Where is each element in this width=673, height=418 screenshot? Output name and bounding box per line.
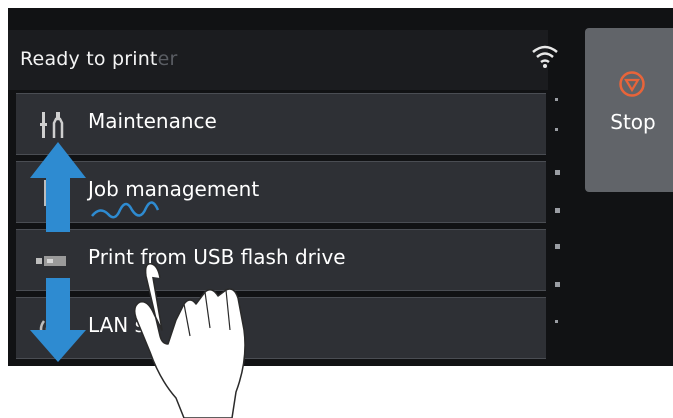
menu-item-lan-settings[interactable]: LAN se	[16, 297, 546, 359]
stop-icon	[619, 71, 645, 97]
menu-item-label: Maintenance	[88, 109, 217, 133]
wifi-icon	[532, 45, 558, 68]
menu-item-label: Job management	[88, 177, 260, 201]
usb-icon	[36, 256, 66, 266]
menu-item-label: Print from USB flash drive	[88, 245, 346, 269]
stop-button-label: Stop	[610, 110, 656, 134]
printer-panel-screen: Stop Maintenance Job management Print fr…	[8, 8, 673, 366]
main-menu-list: Maintenance Job management Print from US…	[16, 93, 546, 366]
lan-icon	[39, 320, 51, 338]
tools-icon	[40, 112, 64, 138]
menu-item-job-management[interactable]: Job management	[16, 161, 546, 223]
stop-button[interactable]: Stop	[585, 28, 673, 192]
scroll-indicator	[555, 98, 563, 366]
menu-item-maintenance[interactable]: Maintenance	[16, 93, 546, 155]
menu-item-usb-print[interactable]: Print from USB flash drive	[16, 229, 546, 291]
menu-item-label: LAN se	[88, 313, 158, 337]
status-text: Ready to print	[20, 48, 158, 70]
job-list-icon	[44, 180, 62, 206]
